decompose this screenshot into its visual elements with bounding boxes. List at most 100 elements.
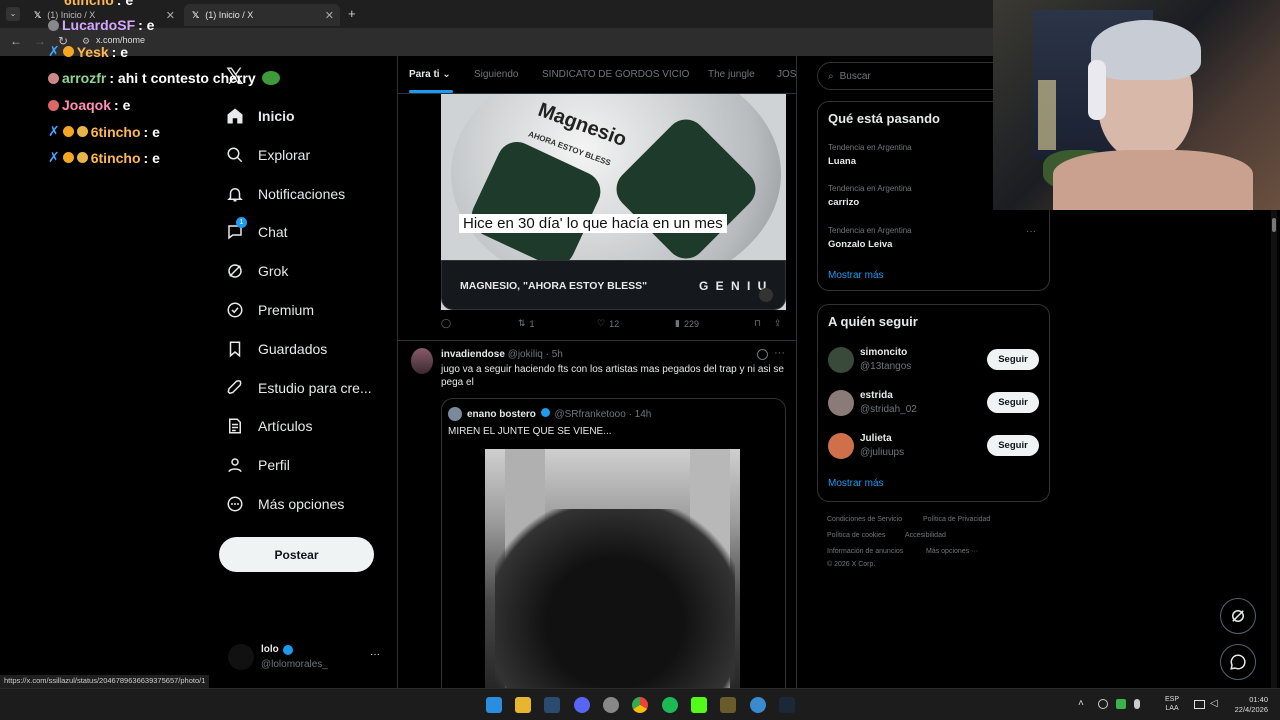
- post-button[interactable]: Postear: [219, 537, 374, 572]
- chat-user: 6tincho: [90, 149, 141, 166]
- quote-photo[interactable]: [485, 449, 740, 688]
- nav-creator-studio[interactable]: Estudio para cre...: [226, 373, 372, 403]
- trend-name[interactable]: carrizo: [828, 197, 859, 208]
- steam-icon[interactable]: [544, 697, 560, 713]
- footer-link[interactable]: Información de anuncios: [827, 548, 903, 555]
- like-button[interactable]: ♡ 12: [597, 318, 619, 329]
- file-explorer-icon[interactable]: [515, 697, 531, 713]
- kick-icon[interactable]: [691, 697, 707, 713]
- link-card[interactable]: MAGNESIO, "AHORA ESTOY BLESS" G E N I U: [441, 260, 786, 310]
- tab-jos[interactable]: JOS: [777, 69, 796, 80]
- tray-icons[interactable]: [1098, 699, 1158, 711]
- show-more-link[interactable]: Mostrar más: [828, 478, 884, 489]
- chat-line: ✗ Yesk: e: [48, 43, 128, 60]
- chat-line: 6tincho: e: [64, 0, 133, 8]
- nav-notifications[interactable]: Notificaciones: [226, 179, 345, 209]
- clock[interactable]: 01:40 22/4/2026: [1226, 695, 1268, 715]
- nav-articles[interactable]: Artículos: [226, 411, 312, 441]
- back-icon[interactable]: ←: [10, 34, 22, 48]
- frog-emote-icon: [261, 71, 280, 85]
- nav-profile[interactable]: Perfil: [226, 450, 290, 480]
- tab-list-chevron-icon[interactable]: ⌄: [6, 7, 20, 21]
- nav-home[interactable]: Inicio: [226, 101, 295, 131]
- nav-label: Estudio para cre...: [258, 380, 372, 396]
- browser-tab-2[interactable]: 𝕏 (1) Inicio / X ✕: [184, 4, 340, 26]
- discord-icon[interactable]: [574, 697, 590, 713]
- repost-button[interactable]: ⇅ 1: [518, 318, 535, 329]
- tab-for-you[interactable]: Para ti ⌄: [409, 69, 451, 80]
- lamp-light: [1038, 80, 1056, 150]
- views-icon: ▮: [675, 318, 680, 328]
- trend-more-icon[interactable]: ···: [1026, 226, 1036, 237]
- forward-icon[interactable]: →: [34, 34, 46, 48]
- volume-icon[interactable]: ◁: [1210, 698, 1218, 709]
- quote-text: MIREN EL JUNTE QUE SE VIENE...: [448, 426, 612, 437]
- account-handle: @lolomorales_: [261, 659, 328, 670]
- footer-link[interactable]: Política de Privacidad: [923, 516, 990, 523]
- tab-following[interactable]: Siguiendo: [474, 69, 518, 80]
- trend-name[interactable]: Luana: [828, 156, 856, 167]
- trends-title: Qué está pasando: [828, 111, 940, 126]
- grok-fab[interactable]: [1220, 598, 1256, 634]
- follow-button[interactable]: Seguir: [987, 435, 1039, 456]
- more-icon[interactable]: ···: [774, 347, 785, 359]
- network-icon[interactable]: [1194, 700, 1205, 709]
- footer-link[interactable]: Condiciones de Servicio: [827, 516, 902, 523]
- post-time[interactable]: · 5h: [546, 349, 563, 360]
- views-count: 229: [683, 318, 699, 329]
- chat-line: Joaqok: e: [48, 97, 130, 113]
- account-more-icon[interactable]: ···: [370, 649, 380, 660]
- chat-bubble-icon: [1230, 654, 1246, 670]
- bell-icon: [227, 188, 243, 202]
- tab-the-jungle[interactable]: The jungle: [708, 69, 755, 80]
- account-switcher[interactable]: lolo @lolomorales_ ···: [224, 640, 384, 676]
- close-tab-icon[interactable]: ✕: [166, 9, 175, 22]
- reply-button[interactable]: ◯: [441, 318, 451, 329]
- footer-link[interactable]: Más opciones ···: [926, 548, 978, 555]
- steam-running-icon[interactable]: [779, 697, 795, 713]
- avatar[interactable]: [411, 348, 433, 374]
- like-count: 12: [609, 318, 620, 329]
- more-circle-icon: [227, 496, 243, 512]
- share-icon: ⇪: [774, 318, 782, 328]
- footer-link[interactable]: Accesibilidad: [905, 532, 946, 539]
- quoted-post[interactable]: enano bostero @SRfranketooo · 14h MIREN …: [441, 398, 786, 688]
- link-card-icon[interactable]: [759, 288, 773, 302]
- nav-label: Perfil: [258, 457, 290, 473]
- nav-label: Inicio: [258, 108, 295, 124]
- footer-link[interactable]: Política de cookies: [827, 532, 885, 539]
- new-tab-icon[interactable]: +: [348, 6, 356, 21]
- minecraft-icon[interactable]: [720, 697, 736, 713]
- nav-more[interactable]: Más opciones: [226, 489, 344, 519]
- app-icon[interactable]: [750, 697, 766, 713]
- language-indicator[interactable]: ESP LAA: [1165, 695, 1179, 713]
- tab-sindicato[interactable]: SINDICATO DE GORDOS VICIO: [542, 69, 689, 80]
- nav-grok[interactable]: Grok: [226, 256, 288, 286]
- nav-chat[interactable]: 1 Chat: [226, 217, 288, 247]
- author-handle[interactable]: @jokiliq: [508, 349, 543, 360]
- post-header: invadiendose @jokiliq · 5h: [441, 349, 563, 360]
- tray-chevron-icon[interactable]: ˄: [1078, 698, 1084, 709]
- trend-name[interactable]: Gonzalo Leiva: [828, 239, 892, 250]
- search-placeholder: Buscar: [839, 70, 871, 82]
- windows-start-icon[interactable]: [486, 697, 502, 713]
- share-button[interactable]: ⇪: [774, 318, 782, 329]
- nav-premium[interactable]: Premium: [226, 295, 314, 325]
- follow-button[interactable]: Seguir: [987, 349, 1039, 370]
- page-scrollbar[interactable]: [1271, 210, 1277, 688]
- obs-icon[interactable]: [603, 697, 619, 713]
- nav-explore[interactable]: Explorar: [226, 140, 310, 170]
- grok-icon: [1232, 610, 1244, 622]
- author-name[interactable]: invadiendose: [441, 349, 505, 360]
- show-more-link[interactable]: Mostrar más: [828, 270, 884, 281]
- chrome-icon[interactable]: [632, 697, 648, 713]
- nav-bookmarks[interactable]: Guardados: [226, 334, 327, 364]
- messages-fab[interactable]: [1220, 644, 1256, 680]
- follow-button[interactable]: Seguir: [987, 392, 1039, 413]
- close-tab-icon[interactable]: ✕: [325, 9, 334, 22]
- views-button[interactable]: ▮ 229: [675, 318, 699, 329]
- scrollbar-thumb[interactable]: [1272, 218, 1276, 232]
- spotify-icon[interactable]: [662, 697, 678, 713]
- bookmark-button[interactable]: ⊓: [754, 318, 761, 329]
- grok-icon[interactable]: [757, 349, 768, 360]
